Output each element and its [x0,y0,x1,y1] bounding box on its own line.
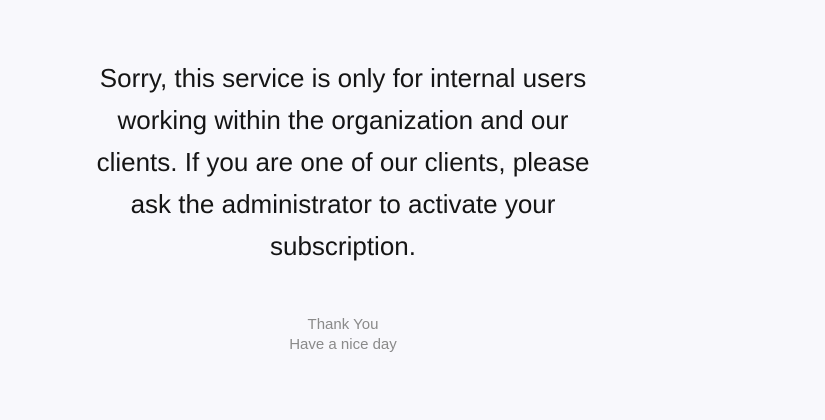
access-denied-message: Sorry, this service is only for internal… [80,57,606,267]
thank-you-text: Thank You [307,316,379,333]
nice-day-text: Have a nice day [289,335,397,353]
message-line: clients. If you are one of our clients, … [96,147,590,177]
message-line: subscription. [270,231,416,261]
message-line: ask the administrator to activate your [130,189,556,219]
message-line: working within the organization and our [117,105,569,135]
signoff: Thank You Have a nice day [243,315,443,354]
message-line: Sorry, this service is only for internal… [99,63,587,93]
page: { "message": { "lines": [ "Sorry, this s… [0,0,825,420]
